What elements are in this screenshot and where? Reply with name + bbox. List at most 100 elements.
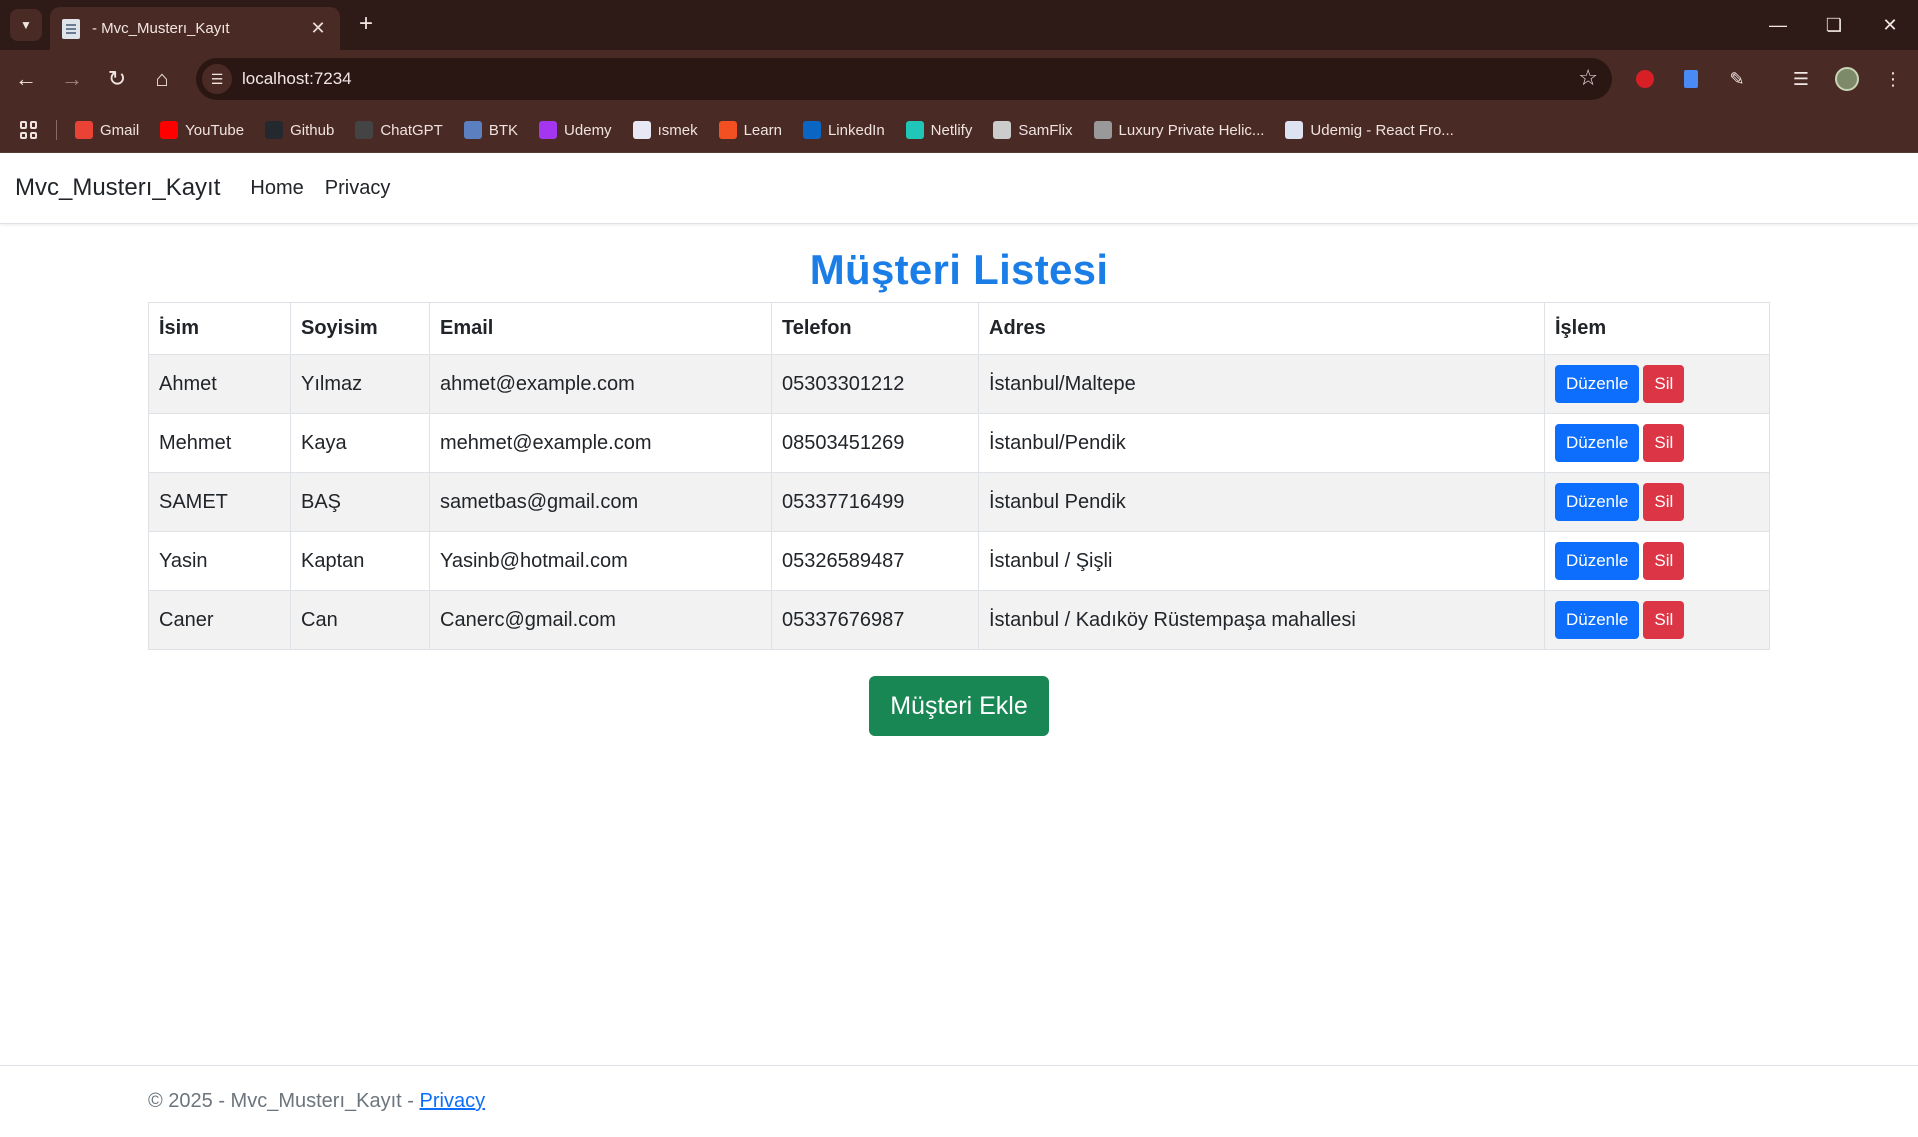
url-text[interactable]: localhost:7234 [242,69,352,89]
udemig-icon [1285,121,1304,139]
table-row: Caner Can Canerc@gmail.com 05337676987 İstan… [148,590,1770,650]
bookmark-label: Gmail [100,121,140,139]
cell-actions: Düzenle Sil [1544,590,1770,650]
forward-icon[interactable]: → [56,63,88,95]
adblock-extension-icon[interactable] [1630,64,1660,94]
home-icon[interactable]: ⌂ [146,63,178,95]
tab-search-button[interactable]: ▼ [10,9,42,41]
bookmark-label: ısmek [657,121,698,139]
cell-adres: İstanbul / Kadıköy Rüstempaşa mahallesi [978,590,1545,650]
cell-isim: Yasin [148,531,291,591]
bookmark-label: Udemig - React Fro... [1310,121,1454,139]
footer-copyright: © 2025 - Mvc_Musterı_Kayıt - [148,1090,420,1112]
cell-actions: Düzenle Sil [1544,354,1770,414]
bookmark-star-icon[interactable]: ☆ [1578,65,1598,91]
bookmarks-divider [56,120,57,140]
bookmark-item[interactable]: ChatGPT [355,121,443,139]
delete-button[interactable]: Sil [1643,601,1685,639]
media-control-icon[interactable]: ☰ [1786,64,1816,94]
apps-grid-icon[interactable] [20,121,38,139]
cell-adres: İstanbul Pendik [978,472,1545,532]
browser-tab[interactable]: - Mvc_Musterı_Kayıt ✕ [50,7,340,50]
netlify-icon [905,121,924,139]
bookmarks-bar: Gmail YouTube Github ChatGPT BTK Udemy ısmek Le… [0,108,1918,153]
profile-avatar[interactable] [1832,64,1862,94]
bookmark-label: Udemy [564,121,612,139]
page-footer: © 2025 - Mvc_Musterı_Kayıt - Privacy [0,1065,1918,1137]
linkedin-icon [802,121,821,139]
bookmark-item[interactable]: Learn [718,121,782,139]
delete-button[interactable]: Sil [1643,483,1685,521]
edit-button[interactable]: Düzenle [1555,365,1640,403]
navbar-brand[interactable]: Mvc_Musterı_Kayıt [15,174,220,202]
bookmark-item[interactable]: BTK [463,121,518,139]
address-bar[interactable]: ☰ localhost:7234 ☆ [196,58,1612,100]
docs-extension-icon[interactable] [1676,64,1706,94]
bookmark-item[interactable]: Netlify [905,121,973,139]
browser-menu-icon[interactable]: ⋮ [1878,64,1908,94]
cell-soyisim: Kaptan [290,531,430,591]
page-title: Müşteri Listesi [809,246,1109,293]
close-tab-icon[interactable]: ✕ [308,18,328,39]
youtube-icon [160,121,179,139]
customer-table: İsim Soyisim Email Telefon Adres İşlem A… [148,302,1770,650]
cell-email: Canerc@gmail.com [429,590,772,650]
cell-adres: İstanbul/Maltepe [978,354,1545,414]
ismek-icon [632,121,651,139]
add-customer-button[interactable]: Müşteri Ekle [869,676,1049,736]
delete-button[interactable]: Sil [1643,365,1685,403]
edit-button[interactable]: Düzenle [1555,424,1640,462]
cell-telefon: 08503451269 [771,413,979,473]
tab-strip: ▼ - Mvc_Musterı_Kayıt ✕ + — ❏ ✕ [0,0,1918,50]
edit-button[interactable]: Düzenle [1555,601,1640,639]
bookmark-item[interactable]: ısmek [632,121,698,139]
nav-link-privacy[interactable]: Privacy [325,177,391,200]
bookmark-item[interactable]: Udemy [539,121,612,139]
table-row: Yasin Kaptan Yasinb@hotmail.com 05326589487… [148,531,1770,591]
nav-link-home[interactable]: Home [250,177,303,200]
delete-button[interactable]: Sil [1643,424,1685,462]
edit-button[interactable]: Düzenle [1555,483,1640,521]
bookmark-item[interactable]: Gmail [75,121,139,139]
bookmark-item[interactable]: SamFlix [993,121,1073,139]
delete-button[interactable]: Sil [1643,542,1685,580]
bookmark-label: Netlify [930,121,973,139]
extensions-puzzle-icon[interactable]: ✎ [1722,64,1752,94]
window-controls: — ❏ ✕ [1750,0,1918,50]
bookmark-item[interactable]: YouTube [160,121,244,139]
cell-email: ahmet@example.com [429,354,772,414]
edit-button[interactable]: Düzenle [1555,542,1640,580]
cell-actions: Düzenle Sil [1544,413,1770,473]
udemy-icon [539,121,558,139]
cell-telefon: 05326589487 [771,531,979,591]
back-icon[interactable]: ← [10,63,42,95]
github-icon [265,121,284,139]
reload-icon[interactable]: ↻ [101,63,133,95]
bookmark-label: Luxury Private Helic... [1118,121,1265,139]
cell-soyisim: Kaya [290,413,430,473]
cell-isim: Ahmet [148,354,291,414]
bookmark-item[interactable]: Github [265,121,334,139]
close-window-icon[interactable]: ✕ [1862,0,1918,50]
bookmark-item[interactable]: Udemig - React Fro... [1285,121,1454,139]
restore-icon[interactable]: ❏ [1806,0,1862,50]
browser-chrome: ▼ - Mvc_Musterı_Kayıt ✕ + — ❏ ✕ ← → ↻ ⌂ … [0,0,1918,153]
footer-content: © 2025 - Mvc_Musterı_Kayıt - Privacy [148,1066,1770,1113]
column-header-adres: Adres [978,302,1545,355]
bookmark-label: Github [290,121,335,139]
site-info-icon[interactable]: ☰ [202,64,232,94]
bookmark-item[interactable]: LinkedIn [802,121,885,139]
column-header-email: Email [429,302,772,355]
btk-icon [463,121,482,139]
cell-soyisim: BAŞ [290,472,430,532]
cell-adres: İstanbul / Şişli [978,531,1545,591]
cell-telefon: 05337676987 [771,590,979,650]
minimize-icon[interactable]: — [1750,0,1806,50]
bookmark-label: Learn [743,121,782,139]
new-tab-button[interactable]: + [352,11,380,39]
cell-email: mehmet@example.com [429,413,772,473]
cell-soyisim: Yılmaz [290,354,430,414]
cell-email: sametbas@gmail.com [429,472,772,532]
bookmark-item[interactable]: Luxury Private Helic... [1093,121,1265,139]
footer-privacy-link[interactable]: Privacy [420,1090,486,1112]
